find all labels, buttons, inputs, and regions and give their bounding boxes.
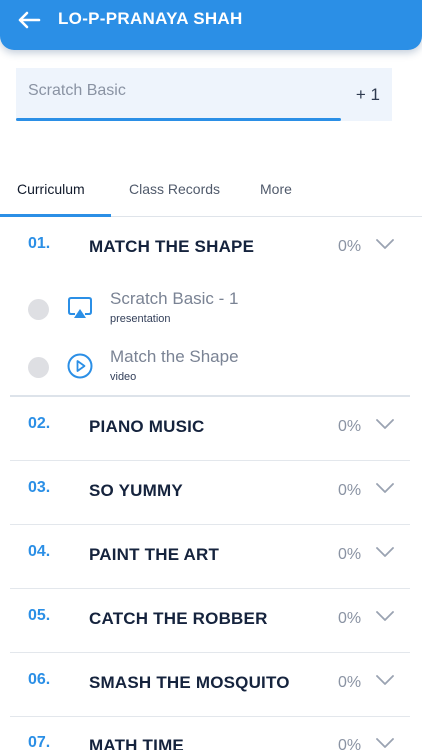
section-title: MATH TIME [89, 736, 184, 750]
arrow-left-icon [18, 11, 41, 29]
section-progress: 0% [338, 546, 362, 563]
tab-class-records[interactable]: Class Records [129, 181, 220, 197]
section-number: 06. [28, 671, 51, 688]
tab-more[interactable]: More [260, 181, 292, 197]
selected-course: Scratch Basic [28, 82, 126, 99]
section-header-06[interactable]: 06. SMASH THE MOSQUITO 0% [10, 653, 410, 717]
section-header-02[interactable]: 02. PIANO MUSIC 0% [10, 397, 410, 461]
chevron-down-icon [376, 547, 394, 557]
section-progress: 0% [338, 238, 362, 255]
chevron-down-icon [376, 419, 394, 429]
tab-bar: Curriculum Class Records More [0, 165, 422, 217]
course-selector[interactable]: Scratch Basic + 1 [16, 68, 392, 121]
section-progress: 0% [338, 737, 362, 750]
presentation-icon [68, 297, 92, 318]
chevron-down-icon [376, 239, 394, 249]
section-title: MATCH THE SHAPE [89, 237, 255, 256]
completion-circle[interactable] [28, 299, 49, 320]
section-progress: 0% [338, 482, 362, 499]
chevron-down-icon [376, 675, 394, 685]
selector-underline [16, 118, 341, 121]
page-title: LO-P-PRANAYA SHAH [58, 9, 243, 28]
section-header-07[interactable]: 07. MATH TIME 0% [10, 717, 410, 750]
section-progress: 0% [338, 610, 362, 627]
lesson-item[interactable]: Match the Shape video [28, 347, 388, 397]
lesson-type: video [110, 371, 137, 383]
lesson-type: presentation [110, 313, 171, 325]
completion-circle[interactable] [28, 357, 49, 378]
section-number: 01. [28, 235, 51, 252]
lesson-title: Match the Shape [110, 347, 239, 366]
section-header-05[interactable]: 05. CATCH THE ROBBER 0% [10, 589, 410, 653]
section-number: 04. [28, 543, 51, 560]
lesson-item[interactable]: Scratch Basic - 1 presentation [28, 289, 388, 339]
section-header-01[interactable]: 01. MATCH THE SHAPE 0% [10, 218, 410, 282]
section-progress: 0% [338, 418, 362, 435]
section-title: PAINT THE ART [89, 545, 220, 564]
section-header-04[interactable]: 04. PAINT THE ART 0% [10, 525, 410, 589]
section-title: PIANO MUSIC [89, 417, 205, 436]
section-number: 05. [28, 607, 51, 624]
section-number: 02. [28, 415, 51, 432]
section-number: 03. [28, 479, 51, 496]
play-circle-icon [67, 353, 93, 379]
section-title: SO YUMMY [89, 481, 183, 500]
chevron-down-icon [376, 483, 394, 493]
section-title: CATCH THE ROBBER [89, 609, 268, 628]
section-title: SMASH THE MOSQUITO [89, 673, 290, 692]
section-number: 07. [28, 734, 51, 750]
chevron-down-icon [376, 738, 394, 748]
tab-curriculum[interactable]: Curriculum [17, 181, 85, 197]
back-button[interactable] [14, 9, 44, 31]
lesson-title: Scratch Basic - 1 [110, 289, 239, 308]
app-bar: LO-P-PRANAYA SHAH [0, 0, 422, 50]
additional-course-count: + 1 [355, 85, 380, 104]
chevron-down-icon [376, 611, 394, 621]
active-tab-indicator [0, 214, 111, 217]
section-header-03[interactable]: 03. SO YUMMY 0% [10, 461, 410, 525]
section-progress: 0% [338, 674, 362, 691]
